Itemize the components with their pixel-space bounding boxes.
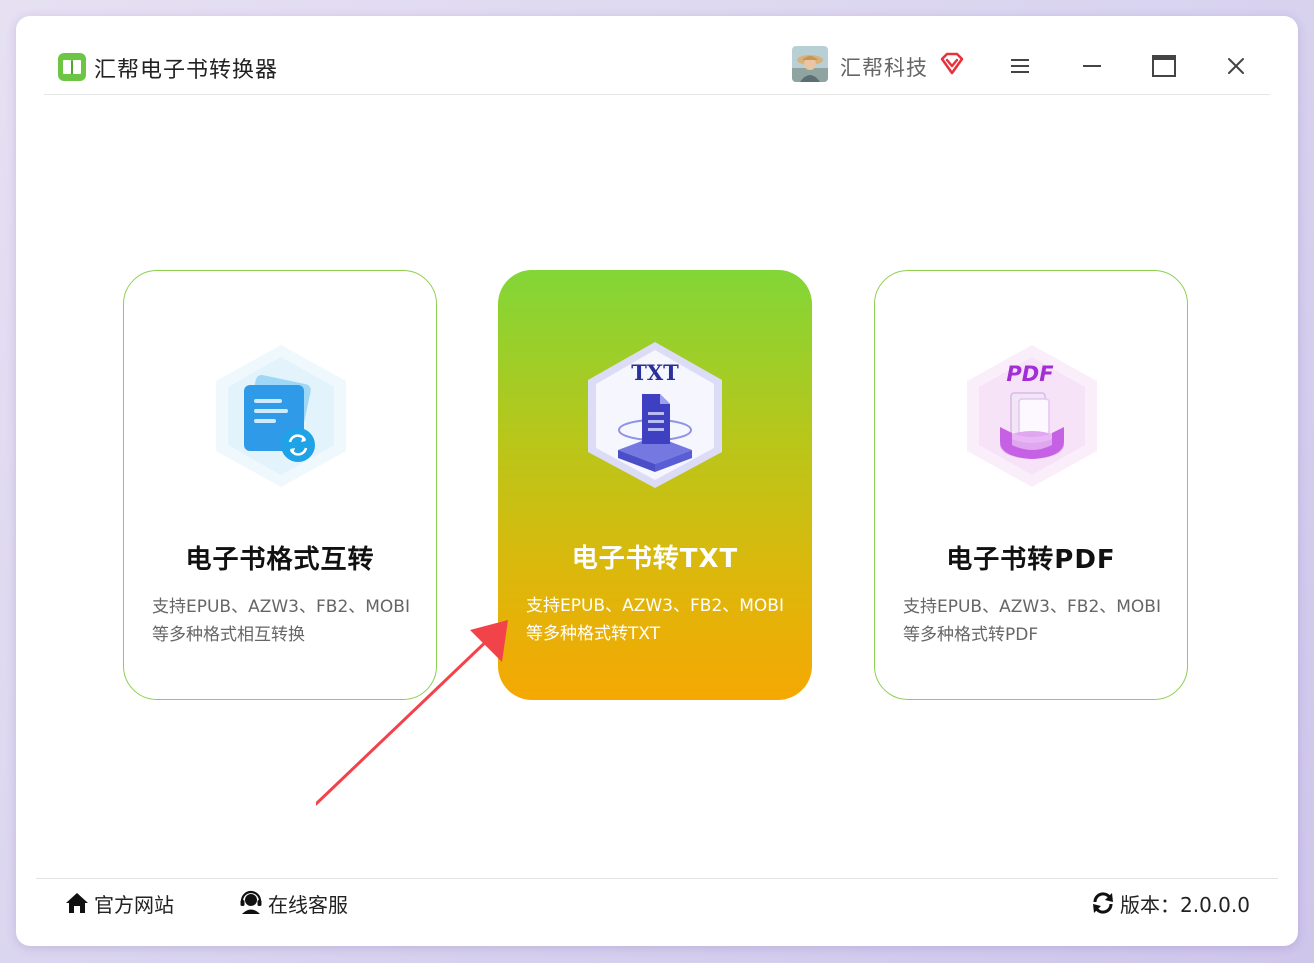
avatar[interactable] [792, 46, 828, 82]
maximize-icon [1152, 55, 1176, 77]
card-title: 电子书转PDF [946, 545, 1116, 575]
txt-label: TXT [631, 360, 679, 385]
annotation-arrow [316, 620, 508, 806]
maximize-button[interactable] [1148, 50, 1180, 82]
refresh-icon[interactable] [1090, 890, 1116, 916]
card-description: 支持EPUB、AZW3、FB2、MOBI 等多种格式转PDF [903, 593, 1171, 649]
home-icon [66, 893, 88, 913]
close-icon [1228, 58, 1244, 74]
card-title: 电子书格式互转 [185, 545, 375, 575]
card-desc-line2: 等多种格式转PDF [903, 625, 1039, 645]
pdf-label: PDF [1006, 362, 1054, 386]
card-desc-line1: 支持EPUB、AZW3、FB2、MOBI [903, 597, 1161, 617]
card-desc-line1: 支持EPUB、AZW3、FB2、MOBI [526, 596, 784, 616]
official-website-label: 官方网站 [94, 892, 174, 917]
book-icon [58, 53, 86, 81]
version-label: 版本：2.0.0.0 [1120, 892, 1250, 917]
ebook-convert-icon [206, 341, 356, 491]
user-name[interactable]: 汇帮科技 [840, 52, 928, 82]
minimize-icon [1083, 65, 1101, 67]
hamburger-icon [1011, 59, 1029, 73]
online-service-link[interactable]: 在线客服 [238, 888, 348, 918]
app-title: 汇帮电子书转换器 [94, 58, 279, 83]
pdf-document-icon: PDF [957, 341, 1107, 491]
minimize-button[interactable] [1076, 50, 1108, 82]
card-ebook-to-txt[interactable]: TXT 电子书转TXT 支持EPUB、AZW3、FB2、MOBI 等多种格式转T… [498, 270, 812, 700]
card-desc-line2: 等多种格式转TXT [526, 624, 661, 644]
txt-document-icon: TXT [580, 340, 730, 490]
card-title: 电子书转TXT [571, 544, 739, 574]
official-website-link[interactable]: 官方网站 [64, 888, 174, 918]
close-button[interactable] [1220, 50, 1252, 82]
menu-button[interactable] [1004, 50, 1036, 82]
app-window: 汇帮电子书转换器 汇帮科技 电子书格式互转 支持EPUB、AZW3、FB2、MO… [16, 16, 1298, 946]
card-description: 支持EPUB、AZW3、FB2、MOBI 等多种格式转TXT [526, 592, 796, 648]
version-info: 版本：2.0.0.0 [1090, 888, 1250, 918]
title-bar: 汇帮电子书转换器 汇帮科技 [44, 16, 1270, 95]
card-ebook-to-pdf[interactable]: PDF 电子书转PDF 支持EPUB、AZW3、FB2、MOBI 等多种格式转P… [874, 270, 1188, 700]
online-service-label: 在线客服 [268, 892, 348, 917]
footer-divider [36, 878, 1278, 879]
headset-icon [240, 890, 262, 914]
diamond-icon[interactable] [938, 50, 966, 78]
